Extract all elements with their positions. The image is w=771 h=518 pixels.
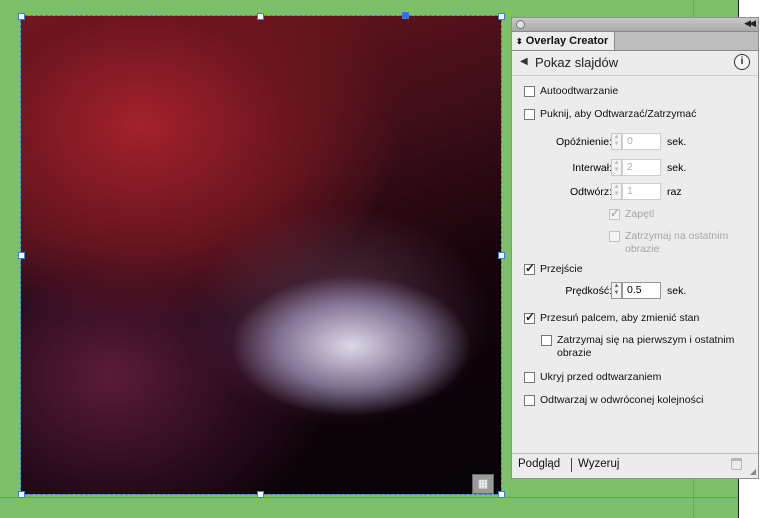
hide-before-checkbox[interactable] [524, 371, 535, 383]
speed-unit: sek. [667, 285, 687, 297]
option-reverse[interactable]: Odtwarzaj w odwróconej kolejności [524, 394, 703, 406]
tab-menu-icon[interactable]: ⬍ [516, 37, 523, 46]
preview-button[interactable]: Podgląd [518, 458, 560, 470]
tab-overlay-creator[interactable]: ⬍ Overlay Creator [512, 32, 616, 50]
loop-checkbox[interactable] [609, 206, 620, 220]
triangle-left-icon[interactable]: ◀ [520, 56, 528, 67]
stop-last-label-line2: obrazie [625, 243, 660, 256]
delay-label: Opóźnienie: [555, 136, 612, 148]
play-count-input[interactable]: 1 [622, 183, 661, 200]
option-stop-last[interactable]: Zatrzymaj na ostatnim obrazie [609, 230, 728, 257]
handle-bottom-right[interactable] [498, 491, 505, 498]
play-count-unit: raz [667, 186, 682, 198]
interval-row: Interwał: ▲ ▼ 2 sek. [512, 159, 760, 176]
guide-horizontal [0, 497, 771, 498]
trash-icon[interactable] [731, 458, 742, 470]
play-count-label: Odtwórz: [569, 186, 612, 198]
play-count-row: Odtwórz: ▲ ▼ 1 raz [512, 183, 760, 200]
option-hide-before[interactable]: Ukryj przed odtwarzaniem [524, 371, 661, 383]
speed-row: Prędkość: ▲ ▼ 0.5 sek. [512, 282, 760, 299]
handle-top-right[interactable] [498, 13, 505, 20]
option-swipe[interactable]: Przesuń palcem, aby zmienić stan [524, 310, 700, 325]
autoplay-label: Autoodtwarzanie [540, 85, 619, 98]
handle-top-blue[interactable] [402, 12, 409, 19]
transition-label: Przejście [540, 263, 583, 276]
option-loop[interactable]: Zapętl [609, 206, 655, 221]
option-transition[interactable]: Przejście [524, 261, 583, 276]
reverse-checkbox[interactable] [524, 394, 535, 406]
speed-stepper[interactable]: ▲ ▼ [611, 282, 622, 299]
image-frame-icon[interactable]: ▦ [472, 474, 494, 494]
transition-checkbox[interactable] [524, 261, 535, 275]
info-icon[interactable]: i [734, 54, 750, 70]
tab-label: Overlay Creator [525, 35, 609, 47]
handle-top-middle[interactable] [257, 13, 264, 20]
delay-row: Opóźnienie: ▲ ▼ 0 sek. [512, 133, 760, 150]
delay-stepper[interactable]: ▲ ▼ [611, 133, 622, 150]
stop-last-checkbox[interactable] [609, 231, 620, 242]
speed-input[interactable]: 0.5 [622, 282, 661, 299]
stop-first-last-label-line2: obrazie [557, 347, 592, 360]
autoplay-checkbox[interactable] [524, 85, 535, 97]
reset-button[interactable]: Wyzeruj [578, 458, 619, 470]
reverse-label: Odtwarzaj w odwróconej kolejności [540, 394, 704, 407]
panel-header: ◀ Pokaz slajdów i [512, 51, 758, 76]
hide-before-label: Ukryj przed odtwarzaniem [540, 371, 662, 384]
delay-input[interactable]: 0 [622, 133, 661, 150]
stop-first-last-checkbox[interactable] [541, 335, 552, 346]
option-stop-first-last[interactable]: Zatrzymaj się na pierwszym i ostatnim ob… [541, 334, 734, 361]
close-icon[interactable] [516, 20, 525, 29]
option-tap-play-pause[interactable]: Puknij, aby Odtwarzać/Zatrzymać [524, 108, 696, 120]
tap-play-pause-label: Puknij, aby Odtwarzać/Zatrzymać [540, 108, 697, 121]
loop-label: Zapętl [625, 208, 655, 221]
swipe-label: Przesuń palcem, aby zmienić stan [540, 312, 700, 325]
tap-play-pause-checkbox[interactable] [524, 108, 535, 120]
interval-label: Interwał: [572, 162, 612, 174]
slideshow-image-frame[interactable] [20, 15, 502, 495]
handle-bottom-middle[interactable] [257, 491, 264, 498]
overlay-creator-panel: ◀◀ ⬍ Overlay Creator ◀ Pokaz slajdów i Au… [511, 17, 759, 479]
handle-top-left[interactable] [18, 13, 25, 20]
panel-tabbar: ⬍ Overlay Creator [512, 32, 758, 51]
handle-middle-left[interactable] [18, 252, 25, 259]
stop-last-label-line1: Zatrzymaj na ostatnim [625, 230, 729, 242]
handle-bottom-left[interactable] [18, 491, 25, 498]
stop-first-last-label-line1: Zatrzymaj się na pierwszym i ostatnim [557, 334, 735, 346]
footer-divider [571, 458, 572, 472]
option-autoplay[interactable]: Autoodtwarzanie [524, 85, 618, 97]
swipe-checkbox[interactable] [524, 310, 535, 324]
page-title: Pokaz slajdów [535, 55, 619, 70]
play-count-stepper[interactable]: ▲ ▼ [611, 183, 622, 200]
handle-middle-right[interactable] [498, 252, 505, 259]
interval-unit: sek. [667, 162, 687, 174]
panel-footer: Podgląd Wyzeruj ◢ [512, 453, 758, 478]
interval-input[interactable]: 2 [622, 159, 661, 176]
double-chevron-icon[interactable]: ◀◀ [744, 18, 756, 29]
delay-unit: sek. [667, 136, 687, 148]
panel-titlebar[interactable]: ◀◀ [512, 18, 758, 32]
resize-grip-icon[interactable]: ◢ [750, 467, 756, 476]
interval-stepper[interactable]: ▲ ▼ [611, 159, 622, 176]
speed-label: Prędkość: [565, 285, 612, 297]
